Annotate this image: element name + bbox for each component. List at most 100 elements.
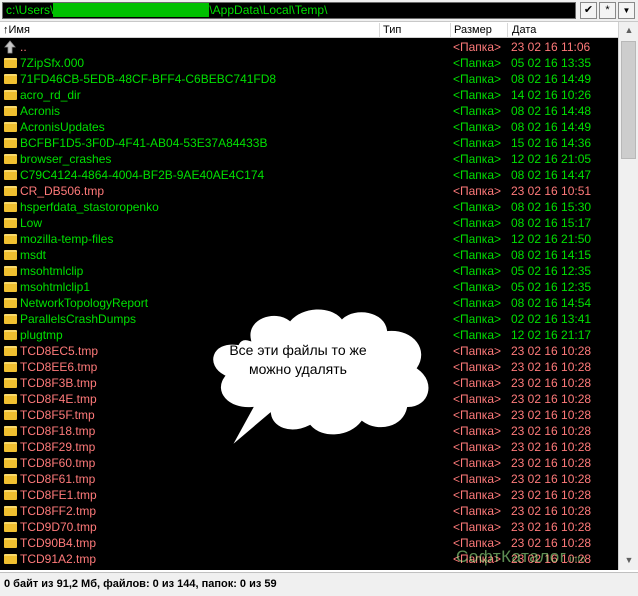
- file-type: <Папка>: [453, 72, 501, 86]
- file-name: NetworkTopologyReport: [20, 296, 149, 310]
- file-name: TCD8EE6.tmp: [20, 360, 98, 374]
- file-name: browser_crashes: [20, 152, 112, 166]
- folder-icon: [4, 58, 17, 68]
- list-item[interactable]: TCD8F60.tmp <Папка> 23 02 16 10:28: [0, 455, 618, 471]
- file-name: msdt: [20, 248, 47, 262]
- folder-icon: [4, 90, 17, 100]
- file-date: 23 02 16 10:28: [511, 440, 592, 454]
- scroll-down-arrow-icon[interactable]: ▼: [620, 552, 638, 569]
- column-type-header[interactable]: Тип: [383, 23, 401, 37]
- list-item[interactable]: .. <Папка> 23 02 16 11:06: [0, 39, 618, 55]
- list-item[interactable]: Low <Папка> 08 02 16 15:17: [0, 215, 618, 231]
- file-type: <Папка>: [453, 520, 501, 534]
- folder-icon: [4, 330, 17, 340]
- folder-icon: [4, 378, 17, 388]
- path-redacted-segment: xxxxxxxxxxxxxxxxxxxxxxxxxx: [53, 3, 210, 17]
- folder-icon: [4, 218, 17, 228]
- list-item[interactable]: AcronisUpdates <Папка> 08 02 16 14:49: [0, 119, 618, 135]
- folder-icon: [4, 538, 17, 548]
- file-date: 05 02 16 13:35: [511, 56, 592, 70]
- list-item[interactable]: mozilla-temp-files <Папка> 12 02 16 21:50: [0, 231, 618, 247]
- file-type: <Папка>: [453, 56, 501, 70]
- file-type: <Папка>: [453, 456, 501, 470]
- file-name: TCD9D70.tmp: [20, 520, 97, 534]
- vertical-scrollbar[interactable]: ▲ ▼: [618, 22, 638, 570]
- file-name: TCD8EC5.tmp: [20, 344, 99, 358]
- confirm-path-button[interactable]: ✔: [580, 2, 597, 19]
- file-type: <Папка>: [453, 216, 501, 230]
- file-name: C79C4124-4864-4004-BF2B-9AE40AE4C174: [20, 168, 265, 182]
- history-dropdown-button[interactable]: ▼: [618, 2, 635, 19]
- file-type: <Папка>: [453, 312, 501, 326]
- file-name: TCD8F18.tmp: [20, 424, 96, 438]
- column-size-header[interactable]: Размер: [454, 23, 492, 37]
- file-type: <Папка>: [453, 472, 501, 486]
- path-input[interactable]: c:\Users\xxxxxxxxxxxxxxxxxxxxxxxxxx\AppD…: [2, 2, 576, 19]
- file-type: <Папка>: [453, 504, 501, 518]
- column-separator[interactable]: [379, 23, 380, 37]
- folder-icon: [4, 186, 17, 196]
- column-separator[interactable]: [450, 23, 451, 37]
- scroll-up-arrow-icon[interactable]: ▲: [620, 22, 638, 39]
- list-item[interactable]: browser_crashes <Папка> 12 02 16 21:05: [0, 151, 618, 167]
- file-type: <Папка>: [453, 104, 501, 118]
- file-date: 23 02 16 10:28: [511, 456, 592, 470]
- list-item[interactable]: msdt <Папка> 08 02 16 14:15: [0, 247, 618, 263]
- file-name: ..: [20, 40, 27, 54]
- list-item[interactable]: 71FD46CB-5EDB-48CF-BFF4-C6BEBC741FD8 <Пап…: [0, 71, 618, 87]
- list-item[interactable]: CR_DB506.tmp <Папка> 23 02 16 10:51: [0, 183, 618, 199]
- list-item[interactable]: msohtmlclip1 <Папка> 05 02 16 12:35: [0, 279, 618, 295]
- list-item[interactable]: TCD8FE1.tmp <Папка> 23 02 16 10:28: [0, 487, 618, 503]
- folder-icon: [4, 362, 17, 372]
- file-type: <Папка>: [453, 328, 501, 342]
- file-date: 23 02 16 10:28: [511, 504, 592, 518]
- file-date: 15 02 16 14:36: [511, 136, 592, 150]
- favorites-star-button[interactable]: *: [599, 2, 616, 19]
- file-type: <Папка>: [453, 88, 501, 102]
- file-date: 08 02 16 14:49: [511, 120, 592, 134]
- list-item[interactable]: acro_rd_dir <Папка> 14 02 16 10:26: [0, 87, 618, 103]
- file-type: <Папка>: [453, 376, 501, 390]
- list-item[interactable]: TCD8F61.tmp <Папка> 23 02 16 10:28: [0, 471, 618, 487]
- file-type: <Папка>: [453, 184, 501, 198]
- list-item[interactable]: Acronis <Папка> 08 02 16 14:48: [0, 103, 618, 119]
- path-prefix: c:\Users\: [6, 3, 54, 17]
- file-type: <Папка>: [453, 168, 501, 182]
- column-date-header[interactable]: Дата: [512, 23, 536, 37]
- folder-icon: [4, 122, 17, 132]
- list-item[interactable]: TCD8FF2.tmp <Папка> 23 02 16 10:28: [0, 503, 618, 519]
- folder-icon: [4, 154, 17, 164]
- folder-icon: [4, 74, 17, 84]
- file-date: 23 02 16 10:28: [511, 376, 592, 390]
- file-type: <Папка>: [453, 488, 501, 502]
- file-type: <Папка>: [453, 424, 501, 438]
- list-item[interactable]: hsperfdata_stastoropenko <Папка> 08 02 16 …: [0, 199, 618, 215]
- path-bar: c:\Users\xxxxxxxxxxxxxxxxxxxxxxxxxx\AppD…: [0, 0, 638, 22]
- list-item[interactable]: 7ZipSfx.000 <Папка> 05 02 16 13:35: [0, 55, 618, 71]
- up-arrow-icon: [3, 40, 17, 54]
- scrollbar-thumb[interactable]: [621, 41, 636, 159]
- list-item[interactable]: C79C4124-4864-4004-BF2B-9AE40AE4C174 <Пап…: [0, 167, 618, 183]
- file-type: <Папка>: [453, 232, 501, 246]
- callout-text: Все эти файлы то же можно удалять: [204, 341, 392, 379]
- file-date: 08 02 16 14:54: [511, 296, 592, 310]
- folder-icon: [4, 234, 17, 244]
- folder-icon: [4, 170, 17, 180]
- file-type: <Папка>: [453, 344, 501, 358]
- file-name: acro_rd_dir: [20, 88, 81, 102]
- column-name-header[interactable]: ↑Имя: [3, 23, 30, 37]
- folder-icon: [4, 490, 17, 500]
- folder-icon: [4, 442, 17, 452]
- file-name: TCD8FF2.tmp: [20, 504, 97, 518]
- folder-icon: [4, 346, 17, 356]
- list-item[interactable]: TCD9D70.tmp <Папка> 23 02 16 10:28: [0, 519, 618, 535]
- file-name: TCD90B4.tmp: [20, 536, 97, 550]
- file-type: <Папка>: [453, 248, 501, 262]
- file-type: <Папка>: [453, 440, 501, 454]
- file-name: CR_DB506.tmp: [20, 184, 105, 198]
- column-separator[interactable]: [507, 23, 508, 37]
- folder-icon: [4, 554, 17, 564]
- list-item[interactable]: msohtmlclip <Папка> 05 02 16 12:35: [0, 263, 618, 279]
- list-item[interactable]: BCFBF1D5-3F0D-4F41-AB04-53E37A84433B <Пап…: [0, 135, 618, 151]
- file-name: BCFBF1D5-3F0D-4F41-AB04-53E37A84433B: [20, 136, 268, 150]
